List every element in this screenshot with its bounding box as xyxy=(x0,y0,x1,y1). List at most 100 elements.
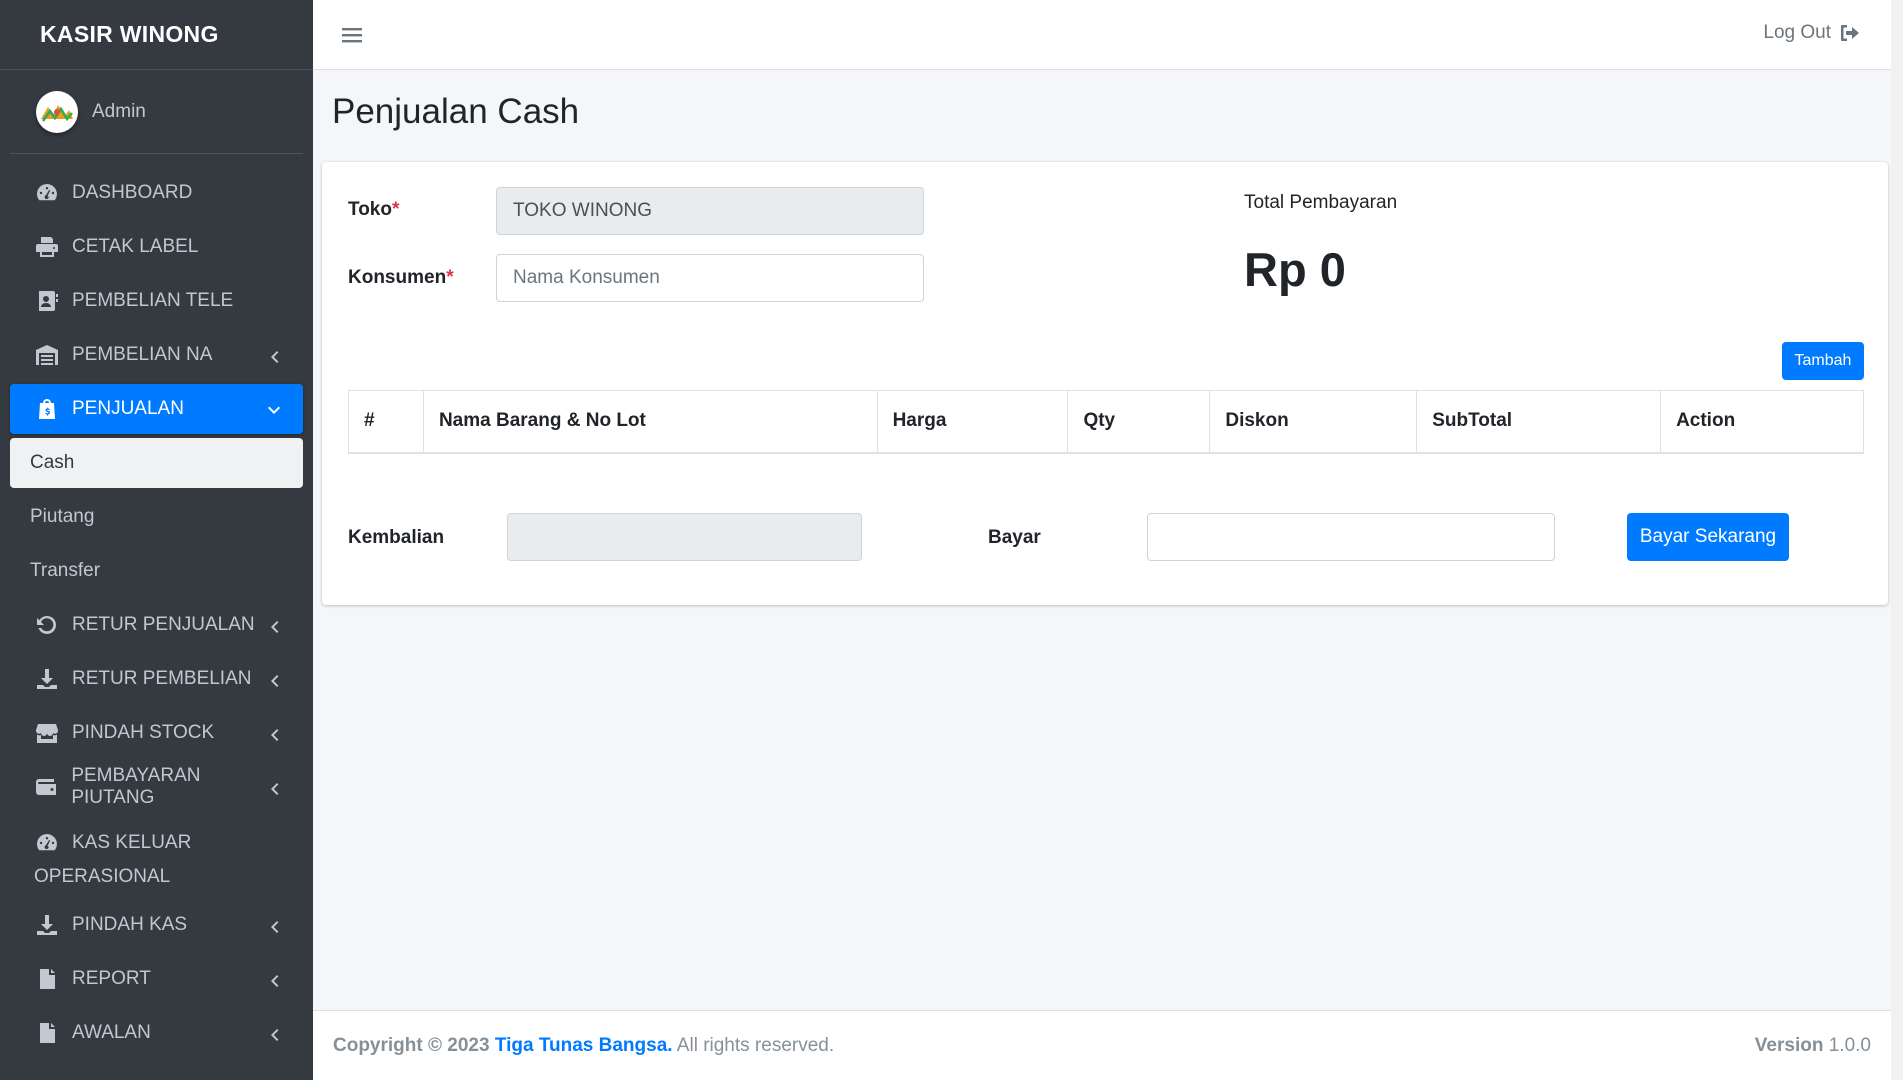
logout-label: Log Out xyxy=(1763,22,1831,43)
chevron-left-icon xyxy=(267,726,281,741)
sidebar-item-label: PINDAH STOCK xyxy=(72,722,215,743)
toko-label-text: Toko xyxy=(348,199,392,220)
toko-label: Toko* xyxy=(348,199,399,221)
chevron-left-icon xyxy=(267,972,281,987)
column-header: Qty xyxy=(1067,390,1211,454)
sidebar-item-pindah-stock[interactable]: PINDAH STOCK xyxy=(10,708,303,758)
sidebar-item-label: AWALAN xyxy=(72,1022,151,1043)
version-label: Version xyxy=(1754,1034,1824,1056)
brand-name: KASIR WINONG xyxy=(40,21,219,47)
user-panel[interactable]: Admin xyxy=(10,70,303,154)
sidebar-item-label: DASHBOARD xyxy=(72,182,193,203)
store-icon xyxy=(34,720,60,746)
warehouse-icon xyxy=(34,342,60,368)
sidebar-item-pindah-kas[interactable]: PINDAH KAS xyxy=(10,900,303,950)
tachometer-icon xyxy=(34,830,60,856)
sidebar-item-label: PEMBELIAN TELE xyxy=(72,290,234,311)
sidebar-subitem-transfer[interactable]: Transfer xyxy=(10,546,303,596)
shopping-bag-icon xyxy=(34,396,60,422)
table-header-row: # Nama Barang & No Lot Harga Qty Diskon … xyxy=(348,390,1864,454)
chevron-down-icon xyxy=(267,402,281,416)
chevron-left-icon xyxy=(267,672,281,687)
required-mark: * xyxy=(391,199,400,220)
items-table: # Nama Barang & No Lot Harga Qty Diskon … xyxy=(348,390,1864,454)
scrollbar[interactable] xyxy=(1891,0,1903,1080)
sidebar-subitem-label: Transfer xyxy=(30,560,101,581)
sidebar-nav: DASHBOARD CETAK LABEL PEMBELIAN TELE PEM… xyxy=(0,154,313,1058)
kembalian-label: Kembalian xyxy=(348,527,445,548)
sidebar-item-label: PENJUALAN xyxy=(72,398,184,419)
logout-link[interactable]: Log Out xyxy=(1763,22,1861,44)
chevron-left-icon xyxy=(267,780,281,795)
sidebar-item-label: REPORT xyxy=(72,968,151,989)
file-icon xyxy=(34,1020,60,1046)
sidebar-item-report[interactable]: REPORT xyxy=(10,954,303,1004)
sidebar-item-kas-keluar-operasional[interactable]: KAS KELUAR OPERASIONAL xyxy=(10,816,303,896)
sidebar-item-retur-penjualan[interactable]: RETUR PENJUALAN xyxy=(10,600,303,650)
menu-toggle-icon[interactable] xyxy=(341,22,363,48)
wallet-icon xyxy=(34,774,59,800)
company-link[interactable]: Tiga Tunas Bangsa. xyxy=(495,1035,673,1056)
chevron-left-icon xyxy=(267,918,281,933)
sidebar-item-dashboard[interactable]: DASHBOARD xyxy=(10,168,303,218)
konsumen-input[interactable] xyxy=(496,254,924,302)
sidebar-subitem-cash[interactable]: Cash xyxy=(10,438,303,488)
sidebar-item-label: RETUR PENJUALAN xyxy=(72,614,255,635)
logo-icon xyxy=(41,104,73,122)
konsumen-label: Konsumen* xyxy=(348,267,454,289)
kembalian-field xyxy=(507,513,862,561)
sidebar-item-label: PINDAH KAS xyxy=(72,914,188,935)
sidebar-subitem-piutang[interactable]: Piutang xyxy=(10,492,303,542)
tachometer-icon xyxy=(34,180,60,206)
bayar-input[interactable] xyxy=(1147,513,1555,561)
sidebar-item-retur-pembelian[interactable]: RETUR PEMBELIAN xyxy=(10,654,303,704)
sidebar-item-label: RETUR PEMBELIAN xyxy=(72,668,252,689)
undo-icon xyxy=(34,612,60,638)
column-header: Diskon xyxy=(1209,390,1418,454)
chevron-left-icon xyxy=(267,1026,281,1041)
download-icon xyxy=(34,666,60,692)
required-mark: * xyxy=(446,267,454,288)
add-item-button[interactable]: Tambah xyxy=(1782,342,1864,380)
sidebar-item-pembayaran-piutang[interactable]: PEMBAYARAN PIUTANG xyxy=(10,762,303,812)
rights-text: All rights reserved. xyxy=(676,1034,835,1056)
column-header: Harga xyxy=(876,390,1069,454)
sidebar-item-pembelian-na[interactable]: PEMBELIAN NA xyxy=(10,330,303,380)
sidebar-item-penjualan[interactable]: PENJUALAN xyxy=(10,384,303,434)
copyright: Copyright © 2023 Tiga Tunas Bangsa. All … xyxy=(333,1035,834,1057)
sidebar-item-pembelian-tele[interactable]: PEMBELIAN TELE xyxy=(10,276,303,326)
version: Version 1.0.0 xyxy=(1755,1035,1871,1057)
konsumen-label-text: Konsumen xyxy=(348,267,447,288)
version-value: 1.0.0 xyxy=(1828,1034,1871,1056)
sidebar-subitem-label: Piutang xyxy=(30,506,95,527)
column-header: Action xyxy=(1660,390,1864,454)
sidebar-subitem-label: Cash xyxy=(30,452,75,473)
column-header: Nama Barang & No Lot xyxy=(422,390,878,454)
sign-out-icon xyxy=(1841,25,1859,41)
brand[interactable]: KASIR WINONG xyxy=(0,0,313,70)
sidebar-item-label: PEMBAYARAN PIUTANG xyxy=(71,765,201,808)
bayar-label: Bayar xyxy=(988,527,1041,548)
total-label: Total Pembayaran xyxy=(1244,192,1398,213)
sidebar: KASIR WINONG Admin DASHBOARD CETAK LABEL… xyxy=(0,0,313,1080)
column-header: SubTotal xyxy=(1416,390,1662,454)
column-header: # xyxy=(348,390,424,454)
sidebar-item-label: PEMBELIAN NA xyxy=(72,344,213,365)
file-icon xyxy=(34,966,60,992)
pay-now-button[interactable]: Bayar Sekarang xyxy=(1627,513,1789,561)
user-name: Admin xyxy=(92,100,146,122)
chevron-left-icon xyxy=(267,348,281,363)
sidebar-item-label-line2: OPERASIONAL xyxy=(34,866,171,887)
download-icon xyxy=(34,912,60,938)
chevron-left-icon xyxy=(267,618,281,633)
top-navbar: Log Out xyxy=(313,0,1903,70)
sidebar-item-label: KAS KELUAR xyxy=(72,832,192,853)
sidebar-item-cetak-label[interactable]: CETAK LABEL xyxy=(10,222,303,272)
footer: Copyright © 2023 Tiga Tunas Bangsa. All … xyxy=(313,1010,1891,1080)
sidebar-item-awalan[interactable]: AWALAN xyxy=(10,1008,303,1058)
copyright-prefix: Copyright © 2023 xyxy=(333,1034,490,1056)
sidebar-item-label: CETAK LABEL xyxy=(72,236,199,257)
toko-field: TOKO WINONG xyxy=(496,187,924,235)
print-icon xyxy=(34,234,60,260)
avatar xyxy=(36,90,78,133)
